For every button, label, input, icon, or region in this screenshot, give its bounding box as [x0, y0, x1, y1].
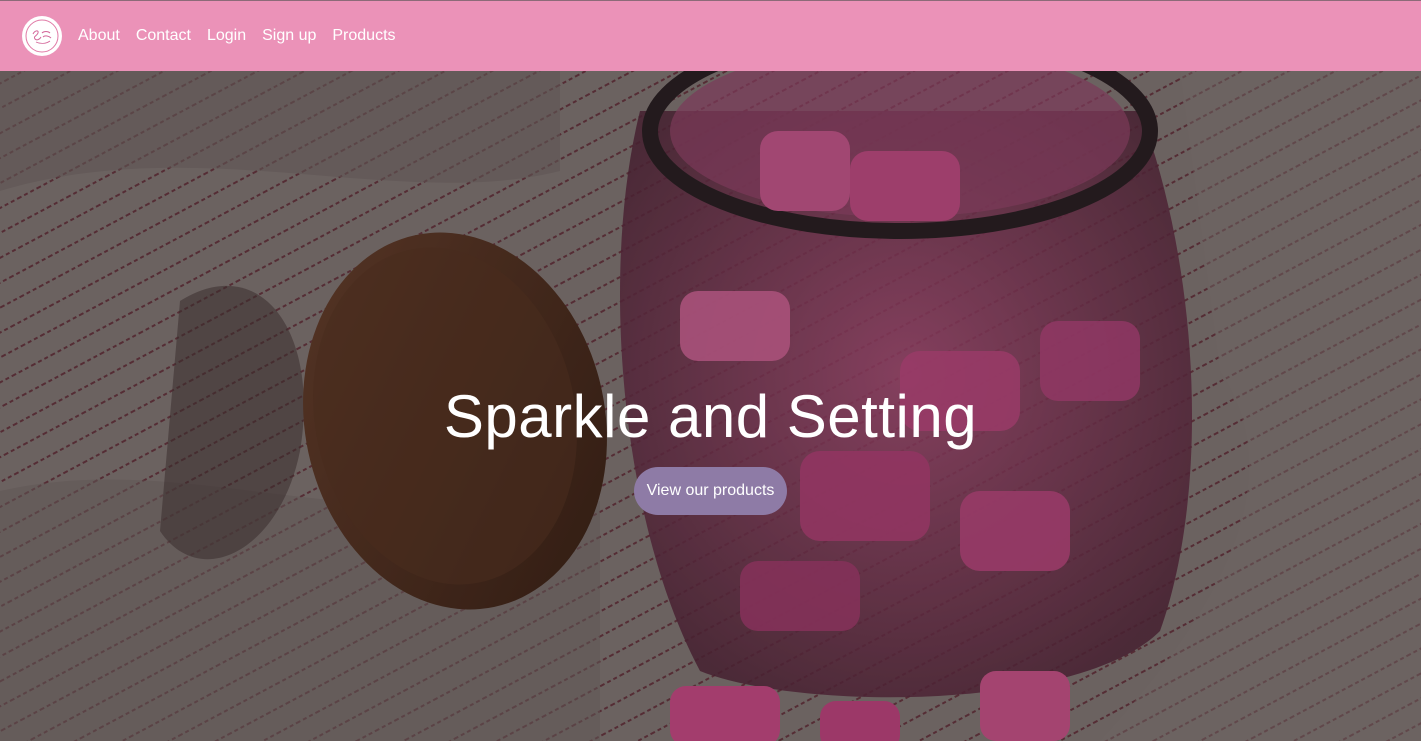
- view-products-button[interactable]: View our products: [633, 467, 788, 515]
- hero-content: Sparkle and Setting View our products: [0, 381, 1421, 515]
- nav-link-login[interactable]: Login: [207, 27, 246, 45]
- nav-link-products[interactable]: Products: [332, 27, 395, 45]
- nav-link-about[interactable]: About: [78, 27, 120, 45]
- nav-links: About Contact Login Sign up Products: [78, 27, 396, 45]
- hero-section: Sparkle and Setting View our products: [0, 71, 1421, 741]
- brand-logo[interactable]: [22, 16, 62, 56]
- top-navbar: About Contact Login Sign up Products: [0, 0, 1421, 71]
- hero-title: Sparkle and Setting: [443, 383, 978, 450]
- nav-link-contact[interactable]: Contact: [136, 27, 191, 45]
- logo-icon: [25, 19, 59, 53]
- nav-link-sign-up[interactable]: Sign up: [262, 27, 316, 45]
